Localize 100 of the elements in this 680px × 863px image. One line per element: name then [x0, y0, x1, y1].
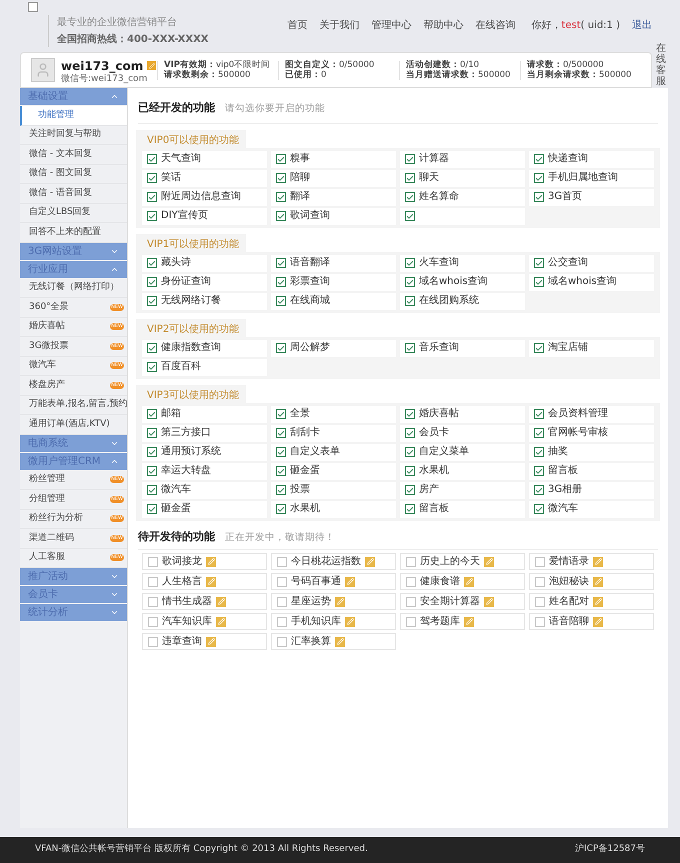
feature-option[interactable]: 陪聊 — [271, 170, 396, 186]
checkbox[interactable] — [276, 485, 286, 495]
feature-option[interactable]: 火车查询 — [400, 254, 525, 272]
feature-option[interactable]: 糗事 — [271, 150, 396, 168]
feature-option[interactable]: 天气查询 — [142, 150, 267, 168]
feature-option[interactable]: 自定义菜单 — [400, 444, 525, 460]
feature-option[interactable]: 会员资料管理 — [529, 406, 654, 422]
feature-option[interactable]: 聊天 — [400, 170, 525, 186]
nav-link[interactable]: 首页 — [287, 18, 308, 33]
checkbox[interactable] — [276, 343, 286, 353]
checkbox[interactable] — [405, 504, 415, 514]
checkbox[interactable] — [147, 343, 157, 353]
feature-option[interactable]: 彩票查询 — [271, 274, 396, 290]
sidebar-item[interactable]: 万能表单,报名,留言,预约 — [20, 396, 127, 415]
checkbox[interactable] — [405, 409, 415, 419]
feature-option[interactable]: 在线商城 — [271, 292, 396, 310]
feature-option[interactable]: 身份证查询 — [142, 274, 267, 290]
checkbox[interactable] — [276, 428, 286, 438]
checkbox[interactable] — [147, 154, 157, 164]
feature-option[interactable]: 全景 — [271, 406, 396, 422]
checkbox[interactable] — [534, 466, 544, 476]
feature-option[interactable]: 翻译 — [271, 188, 396, 206]
feature-option[interactable]: 自定义表单 — [271, 444, 396, 460]
checkbox[interactable] — [276, 173, 286, 183]
checkbox[interactable] — [147, 173, 157, 183]
checkbox[interactable] — [406, 576, 416, 586]
checkbox[interactable] — [534, 447, 544, 457]
checkbox[interactable] — [406, 556, 416, 566]
sidebar-item[interactable]: 微信 - 文本回复 — [20, 145, 127, 164]
sidebar-item[interactable]: 无线订餐（网络打印） — [20, 278, 127, 298]
checkbox[interactable] — [147, 428, 157, 438]
feature-option[interactable]: 爱情语录 — [529, 553, 654, 570]
checkbox[interactable] — [405, 192, 415, 202]
feature-option[interactable]: 泡妞秘诀 — [529, 573, 654, 590]
feature-option[interactable]: 手机知识库 — [271, 613, 396, 630]
feature-option[interactable]: 域名whois查询 — [529, 274, 654, 290]
feature-option[interactable]: 违章查询 — [142, 633, 267, 650]
logout-link[interactable]: 退出 — [632, 18, 652, 33]
checkbox[interactable] — [405, 211, 415, 221]
checkbox[interactable] — [405, 173, 415, 183]
checkbox[interactable] — [276, 466, 286, 476]
checkbox[interactable] — [277, 556, 287, 566]
feature-option[interactable]: 歌词查询 — [271, 208, 396, 224]
checkbox[interactable] — [534, 192, 544, 202]
feature-option[interactable]: 历史上的今天 — [400, 553, 525, 570]
checkbox[interactable] — [147, 485, 157, 495]
feature-option[interactable]: 通用预订系统 — [142, 444, 267, 460]
checkbox[interactable] — [535, 556, 545, 566]
checkbox[interactable] — [406, 616, 416, 626]
checkbox[interactable] — [534, 258, 544, 268]
feature-option[interactable]: 快递查询 — [529, 150, 654, 168]
feature-option[interactable] — [400, 208, 525, 224]
checkbox[interactable] — [276, 409, 286, 419]
nav-link[interactable]: 关于我们 — [319, 18, 360, 33]
feature-option[interactable]: 姓名配对 — [529, 593, 654, 610]
checkbox[interactable] — [535, 596, 545, 606]
checkbox[interactable] — [534, 343, 544, 353]
checkbox[interactable] — [276, 211, 286, 221]
feature-option[interactable]: 手机归属地查询 — [529, 170, 654, 186]
feature-option[interactable]: 歌词接龙 — [142, 553, 267, 570]
feature-option[interactable]: 在线团购系统 — [400, 292, 525, 310]
checkbox[interactable] — [405, 428, 415, 438]
feature-option[interactable]: 刮刮卡 — [271, 424, 396, 442]
feature-option[interactable]: 第三方接口 — [142, 424, 267, 442]
feature-option[interactable]: 砸金蛋 — [271, 462, 396, 480]
checkbox[interactable] — [405, 258, 415, 268]
feature-option[interactable]: 语音陪聊 — [529, 613, 654, 630]
feature-option[interactable]: 微汽车 — [142, 482, 267, 498]
feature-option[interactable]: 笑话 — [142, 170, 267, 186]
checkbox[interactable] — [534, 173, 544, 183]
feature-option[interactable]: 安全期计算器 — [400, 593, 525, 610]
feature-option[interactable]: 会员卡 — [400, 424, 525, 442]
checkbox[interactable] — [147, 466, 157, 476]
checkbox[interactable] — [147, 504, 157, 514]
feature-option[interactable]: 水果机 — [400, 462, 525, 480]
checkbox[interactable] — [147, 447, 157, 457]
feature-option[interactable]: 公交查询 — [529, 254, 654, 272]
feature-option[interactable]: 砸金蛋 — [142, 500, 267, 518]
checkbox[interactable] — [276, 154, 286, 164]
checkbox[interactable] — [276, 258, 286, 268]
feature-option[interactable]: 健康食谱 — [400, 573, 525, 590]
checkbox[interactable] — [406, 596, 416, 606]
feature-option[interactable]: 星座运势 — [271, 593, 396, 610]
feature-option[interactable]: 投票 — [271, 482, 396, 498]
feature-option[interactable]: 健康指数查询 — [142, 340, 267, 356]
checkbox[interactable] — [276, 296, 286, 306]
checkbox[interactable] — [535, 576, 545, 586]
feature-option[interactable]: 姓名算命 — [400, 188, 525, 206]
checkbox[interactable] — [147, 258, 157, 268]
feature-option[interactable]: 淘宝店铺 — [529, 340, 654, 356]
sidebar-item[interactable]: 自定义LBS回复 — [20, 204, 127, 223]
sidebar-item[interactable]: 微信 - 图文回复 — [20, 164, 127, 184]
sidebar-item[interactable]: 关注时回复与帮助 — [20, 126, 127, 145]
feature-option[interactable]: 3G首页 — [529, 188, 654, 206]
feature-option[interactable]: 周公解梦 — [271, 340, 396, 356]
checkbox[interactable] — [277, 636, 287, 646]
checkbox[interactable] — [534, 504, 544, 514]
feature-option[interactable]: 房产 — [400, 482, 525, 498]
checkbox[interactable] — [147, 277, 157, 287]
nav-link[interactable]: 在线咨询 — [475, 18, 516, 33]
